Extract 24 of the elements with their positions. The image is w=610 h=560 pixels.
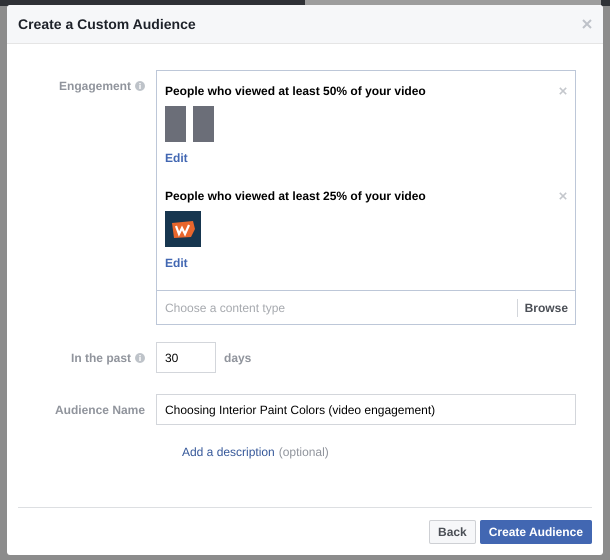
close-icon[interactable]	[559, 87, 567, 95]
engagement-label: Engagement	[58, 78, 131, 95]
browse-button[interactable]: Browse	[516, 298, 568, 316]
close-icon[interactable]	[582, 19, 592, 29]
days-label: days	[224, 350, 252, 366]
optional-note: (optional)	[278, 444, 329, 461]
info-icon	[135, 352, 145, 362]
in-the-past-label: In the past	[70, 350, 131, 366]
audience-name-input[interactable]: Choosing Interior Paint Colors (video engagement)	[156, 394, 576, 425]
edit-link[interactable]: Edit	[165, 254, 188, 272]
add-description-link[interactable]: Add a description	[182, 443, 275, 461]
dialog-title: Create a Custom Audience	[18, 14, 196, 34]
video-thumbnail-drawing	[165, 211, 201, 247]
days-input[interactable]: 30	[156, 342, 216, 373]
photo-placeholder	[165, 106, 186, 142]
photo-placeholder	[193, 106, 214, 142]
close-icon[interactable]	[559, 192, 567, 200]
back-button[interactable]: Back	[429, 520, 476, 544]
rule-title: People who viewed at least 50% of your video	[165, 83, 426, 100]
rule-title: People who viewed at least 25% of your video	[165, 188, 426, 205]
create-audience-button[interactable]: Create Audience	[480, 520, 592, 544]
info-icon	[135, 81, 145, 91]
edit-link[interactable]: Edit	[165, 149, 188, 167]
audience-name-label: Audience Name	[54, 402, 145, 418]
